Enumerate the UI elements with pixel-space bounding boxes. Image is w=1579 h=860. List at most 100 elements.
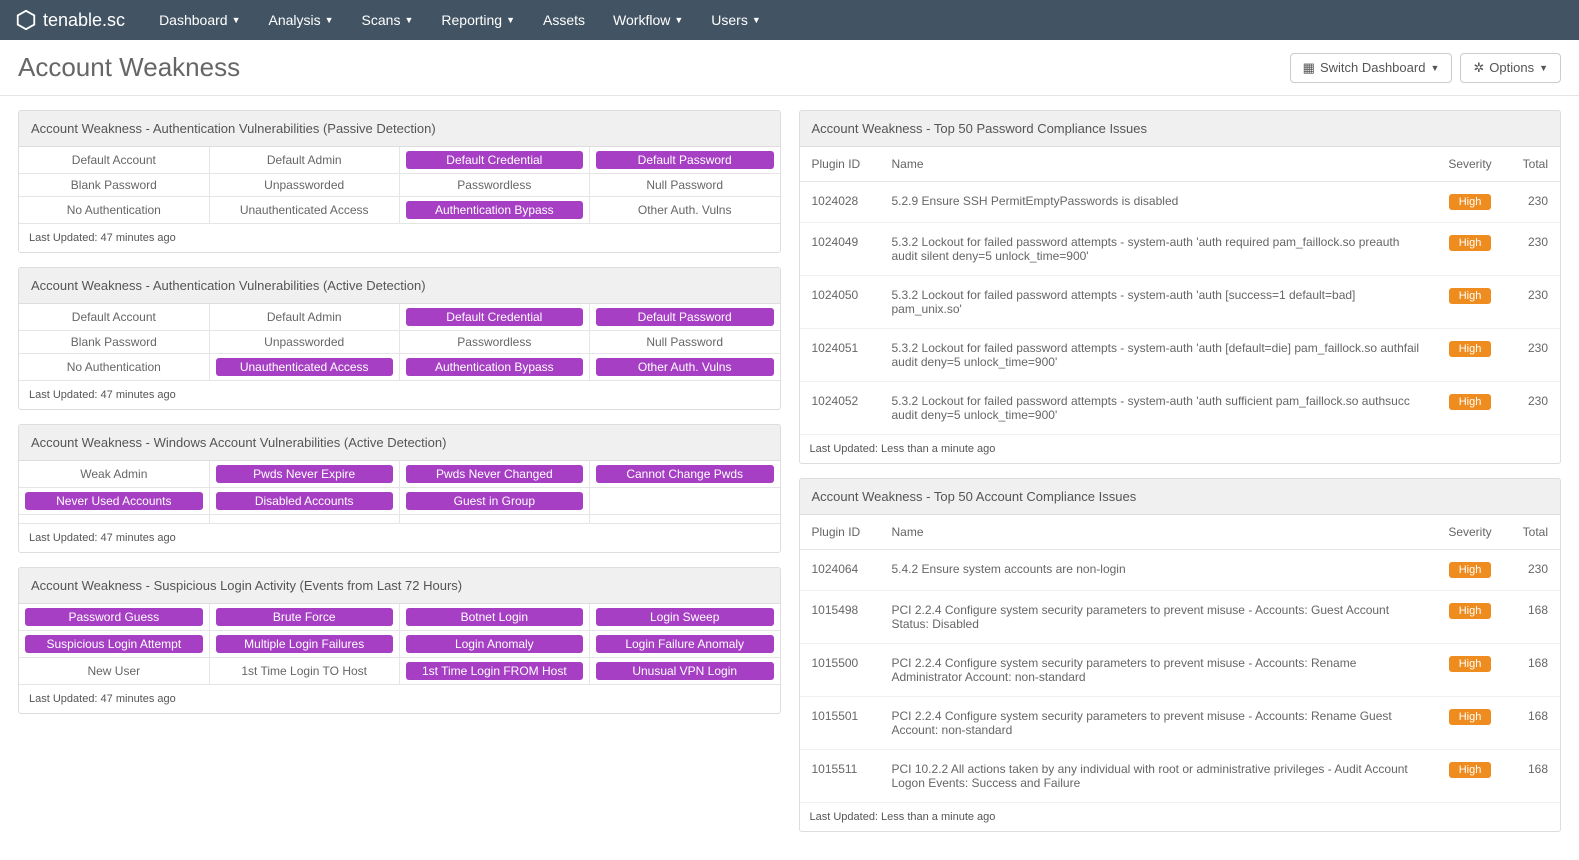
matrix-cell[interactable]: Default Password [589,147,779,174]
col-header-name[interactable]: Name [880,147,1436,182]
matrix-cell[interactable]: Unpassworded [209,331,399,354]
matrix-cell[interactable]: Blank Password [19,331,209,354]
col-header-name[interactable]: Name [880,515,1436,550]
matrix-cell [209,515,399,524]
matrix-cell [399,515,589,524]
nav-item-dashboard[interactable]: Dashboard▼ [145,2,254,38]
matrix-cell[interactable]: Unusual VPN Login [589,658,779,685]
left-column: Account Weakness - Authentication Vulner… [18,110,781,846]
matrix-cell[interactable]: Login Sweep [589,604,779,631]
cell-severity: High [1435,697,1505,750]
col-header-severity[interactable]: Severity [1435,515,1505,550]
nav-item-analysis[interactable]: Analysis▼ [254,2,347,38]
matrix-cell-highlight: Pwds Never Expire [216,465,393,483]
chevron-down-icon: ▼ [404,15,413,25]
matrix-cell[interactable]: Botnet Login [399,604,589,631]
matrix-cell[interactable]: Guest in Group [399,488,589,515]
matrix-cell[interactable]: Passwordless [399,174,589,197]
matrix-cell[interactable]: Login Anomaly [399,631,589,658]
brand-logo[interactable]: tenable.sc [15,9,125,31]
nav-item-assets[interactable]: Assets [529,2,599,38]
col-header-plugin[interactable]: Plugin ID [800,515,880,550]
matrix-cell[interactable]: Default Password [589,304,779,331]
matrix-cell[interactable]: Unpassworded [209,174,399,197]
matrix-cell[interactable]: Null Password [589,331,779,354]
table-row[interactable]: 10240515.3.2 Lockout for failed password… [800,329,1561,382]
matrix-cell[interactable]: Default Credential [399,304,589,331]
table-row[interactable]: 10240505.3.2 Lockout for failed password… [800,276,1561,329]
options-button[interactable]: ✲ Options ▼ [1460,53,1561,83]
table-row[interactable]: 1015500PCI 2.2.4 Configure system securi… [800,644,1561,697]
matrix-cell[interactable]: Other Auth. Vulns [589,197,779,224]
matrix-cell[interactable]: Default Admin [209,304,399,331]
top-navbar: tenable.sc Dashboard▼Analysis▼Scans▼Repo… [0,0,1579,40]
matrix-cell[interactable]: New User [19,658,209,685]
matrix-cell[interactable]: Weak Admin [19,461,209,488]
matrix-cell[interactable]: 1st Time Login FROM Host [399,658,589,685]
matrix-panel: Account Weakness - Suspicious Login Acti… [18,567,781,714]
matrix-table: Default AccountDefault AdminDefault Cred… [19,147,780,224]
matrix-cell[interactable]: Unauthenticated Access [209,354,399,381]
matrix-cell[interactable]: Passwordless [399,331,589,354]
matrix-cell [589,515,779,524]
panel-title: Account Weakness - Top 50 Account Compli… [800,479,1561,515]
matrix-cell[interactable]: Default Account [19,304,209,331]
matrix-cell[interactable]: Cannot Change Pwds [589,461,779,488]
matrix-cell[interactable]: Null Password [589,174,779,197]
matrix-cell-highlight: Suspicious Login Attempt [25,635,203,653]
matrix-cell-highlight: Unusual VPN Login [596,662,774,680]
nav-item-reporting[interactable]: Reporting▼ [427,2,529,38]
cell-severity: High [1435,329,1505,382]
matrix-cell-highlight: Botnet Login [406,608,583,626]
col-header-severity[interactable]: Severity [1435,147,1505,182]
nav-item-users[interactable]: Users▼ [697,2,774,38]
matrix-cell[interactable]: Authentication Bypass [399,197,589,224]
matrix-cell[interactable]: Default Admin [209,147,399,174]
matrix-cell[interactable]: Disabled Accounts [209,488,399,515]
table-row[interactable]: 10240525.3.2 Lockout for failed password… [800,382,1561,435]
matrix-cell-highlight: Login Anomaly [406,635,583,653]
gear-icon: ✲ [1473,60,1484,76]
matrix-cell-highlight: Guest in Group [406,492,583,510]
matrix-cell[interactable]: Suspicious Login Attempt [19,631,209,658]
cell-severity: High [1435,644,1505,697]
table-row[interactable]: 10240285.2.9 Ensure SSH PermitEmptyPassw… [800,182,1561,223]
matrix-cell[interactable]: No Authentication [19,197,209,224]
col-header-total[interactable]: Total [1505,515,1560,550]
matrix-cell-highlight: Authentication Bypass [406,201,583,219]
matrix-cell[interactable]: Authentication Bypass [399,354,589,381]
col-header-plugin[interactable]: Plugin ID [800,147,880,182]
cell-severity: High [1435,382,1505,435]
matrix-cell[interactable]: Default Credential [399,147,589,174]
col-header-total[interactable]: Total [1505,147,1560,182]
matrix-cell[interactable]: Brute Force [209,604,399,631]
matrix-cell[interactable]: Blank Password [19,174,209,197]
matrix-cell[interactable]: Pwds Never Expire [209,461,399,488]
matrix-cell-highlight: 1st Time Login FROM Host [406,662,583,680]
cell-name: 5.3.2 Lockout for failed password attemp… [880,276,1436,329]
matrix-cell[interactable]: No Authentication [19,354,209,381]
switch-dashboard-button[interactable]: ▦ Switch Dashboard ▼ [1290,53,1453,83]
matrix-cell[interactable]: Password Guess [19,604,209,631]
nav-item-workflow[interactable]: Workflow▼ [599,2,697,38]
table-row[interactable]: 1015498PCI 2.2.4 Configure system securi… [800,591,1561,644]
matrix-cell[interactable]: Never Used Accounts [19,488,209,515]
matrix-cell[interactable]: 1st Time Login TO Host [209,658,399,685]
cell-plugin-id: 1024028 [800,182,880,223]
table-row[interactable]: 1015501PCI 2.2.4 Configure system securi… [800,697,1561,750]
matrix-cell [589,488,779,515]
matrix-cell[interactable]: Login Failure Anomaly [589,631,779,658]
matrix-cell[interactable]: Other Auth. Vulns [589,354,779,381]
matrix-cell[interactable]: Unauthenticated Access [209,197,399,224]
data-table: Plugin IDNameSeverityTotal10240645.4.2 E… [800,515,1561,803]
matrix-cell[interactable]: Multiple Login Failures [209,631,399,658]
table-row[interactable]: 10240495.3.2 Lockout for failed password… [800,223,1561,276]
matrix-cell[interactable]: Default Account [19,147,209,174]
table-row[interactable]: 10240645.4.2 Ensure system accounts are … [800,550,1561,591]
cell-name: PCI 2.2.4 Configure system security para… [880,697,1436,750]
severity-badge-high: High [1449,194,1492,210]
matrix-cell[interactable]: Pwds Never Changed [399,461,589,488]
chevron-down-icon: ▼ [325,15,334,25]
table-row[interactable]: 1015511PCI 10.2.2 All actions taken by a… [800,750,1561,803]
nav-item-scans[interactable]: Scans▼ [348,2,428,38]
